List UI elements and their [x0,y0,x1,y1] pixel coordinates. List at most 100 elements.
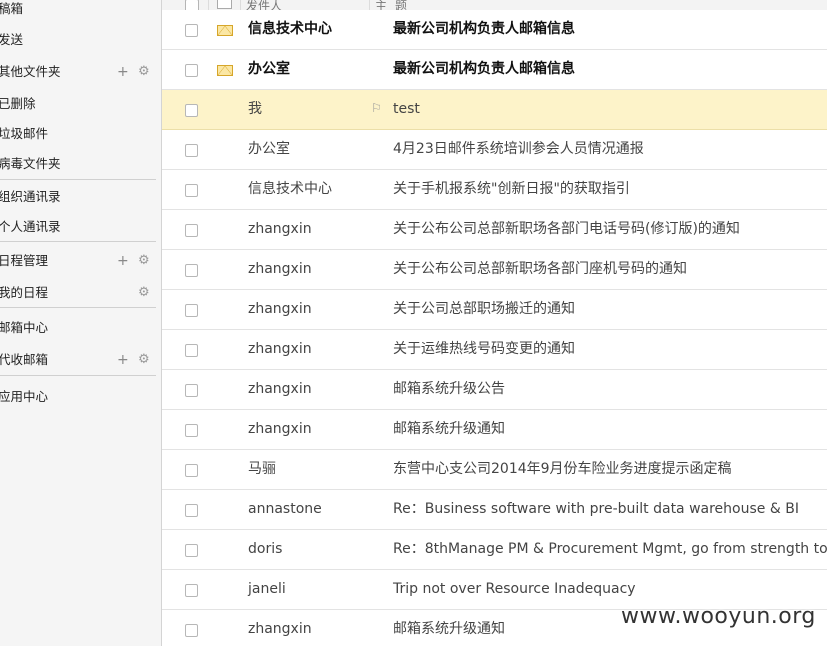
table-row[interactable]: 办公室 最新公司机构负责人邮箱信息 [162,50,827,90]
sidebar-item-label: 我的日程 [0,285,49,300]
table-row[interactable]: 我 ⚐ test [162,90,827,130]
table-row[interactable]: doris Re：8thManage PM & Procurement Mgmt,… [162,530,827,570]
unread-envelope-icon [217,65,233,76]
row-subject[interactable]: 东营中心支公司2014年9月份车险业务进度提示函定稿 [393,450,732,489]
folder-sidebar: 稿箱 发送 其他文件夹 + ⚙ 已删除 垃圾邮件 病毒文件夹 组织通讯录 个人通… [0,0,162,646]
table-row[interactable]: zhangxin 关于公布公司总部新职场各部门座机号码的通知 [162,250,827,290]
row-checkbox[interactable] [185,184,198,197]
row-subject[interactable]: test [393,90,420,129]
gear-icon[interactable]: ⚙ [138,60,150,84]
row-subject[interactable]: 关于公司总部职场搬迁的通知 [393,290,575,329]
row-sender: zhangxin [248,341,312,357]
row-checkbox[interactable] [185,144,198,157]
sidebar-item-mailbox-center[interactable]: 邮箱中心 [0,316,156,340]
sidebar-item-my-calendar[interactable]: 我的日程 ⚙ [0,281,156,305]
table-row[interactable]: zhangxin 关于公布公司总部新职场各部门电话号码(修订版)的通知 [162,210,827,250]
row-checkbox[interactable] [185,544,198,557]
sidebar-item-collect-mailbox[interactable]: 代收邮箱 + ⚙ [0,348,156,372]
row-checkbox[interactable] [185,64,198,77]
sidebar-item-calendar[interactable]: 日程管理 + ⚙ [0,249,156,273]
sidebar-divider [0,375,156,376]
sidebar-item-label: 组织通讯录 [0,189,61,204]
sidebar-item-personal-contacts[interactable]: 个人通讯录 [0,215,156,239]
row-subject[interactable]: Trip not over Resource Inadequacy [393,570,636,609]
add-calendar-icon[interactable]: + [117,249,129,273]
row-subject[interactable]: Re：8thManage PM & Procurement Mgmt, go f… [393,530,827,569]
row-sender: 马骊 [248,461,276,477]
gear-icon[interactable]: ⚙ [138,249,150,273]
watermark: www.wooyun.org [621,604,816,629]
sidebar-item-virus[interactable]: 病毒文件夹 [0,152,156,176]
sidebar-item-label: 发送 [0,32,24,47]
sidebar-item-deleted[interactable]: 已删除 [0,92,156,116]
sidebar-divider [0,241,156,242]
sidebar-item-drafts[interactable]: 稿箱 [0,0,156,21]
row-sender: zhangxin [248,421,312,437]
sidebar-item-spam[interactable]: 垃圾邮件 [0,122,156,146]
row-subject[interactable]: 最新公司机构负责人邮箱信息 [393,50,575,89]
row-sender: doris [248,541,283,557]
row-subject[interactable]: 关于公布公司总部新职场各部门座机号码的通知 [393,250,687,289]
sidebar-item-label: 个人通讯录 [0,219,61,234]
row-checkbox[interactable] [185,104,198,117]
row-checkbox[interactable] [185,344,198,357]
row-checkbox[interactable] [185,24,198,37]
row-subject[interactable]: 关于运维热线号码变更的通知 [393,330,575,369]
row-sender: 我 [248,101,262,117]
table-row[interactable]: zhangxin 关于运维热线号码变更的通知 [162,330,827,370]
sidebar-item-sent[interactable]: 发送 [0,28,156,52]
row-checkbox[interactable] [185,384,198,397]
row-checkbox[interactable] [185,624,198,637]
row-subject[interactable]: 关于公布公司总部新职场各部门电话号码(修订版)的通知 [393,210,740,249]
flag-icon[interactable]: ⚐ [371,101,382,115]
row-checkbox[interactable] [185,504,198,517]
table-row[interactable]: zhangxin 邮箱系统升级公告 [162,370,827,410]
row-subject[interactable]: 邮箱系统升级通知 [393,610,505,646]
sidebar-item-label: 其他文件夹 [0,64,61,79]
sidebar-item-label: 稿箱 [0,1,24,16]
table-row[interactable]: zhangxin 关于公司总部职场搬迁的通知 [162,290,827,330]
row-checkbox[interactable] [185,304,198,317]
row-sender: annastone [248,501,322,517]
row-checkbox[interactable] [185,264,198,277]
add-folder-icon[interactable]: + [117,60,129,84]
sidebar-item-app-center[interactable]: 应用中心 [0,385,156,409]
add-mailbox-icon[interactable]: + [117,348,129,372]
row-checkbox[interactable] [185,464,198,477]
row-sender: 信息技术中心 [248,181,332,197]
table-row[interactable]: 信息技术中心 最新公司机构负责人邮箱信息 [162,10,827,50]
row-checkbox[interactable] [185,424,198,437]
row-subject[interactable]: 关于手机报系统"创新日报"的获取指引 [393,170,630,209]
gear-icon[interactable]: ⚙ [138,281,150,305]
table-row[interactable]: 马骊 东营中心支公司2014年9月份车险业务进度提示函定稿 [162,450,827,490]
row-sender: 办公室 [248,61,290,77]
row-subject[interactable]: 最新公司机构负责人邮箱信息 [393,10,575,49]
table-row[interactable]: 办公室 4月23日邮件系统培训参会人员情况通报 [162,130,827,170]
row-sender: zhangxin [248,381,312,397]
row-checkbox[interactable] [185,224,198,237]
row-sender: zhangxin [248,301,312,317]
sidebar-item-label: 邮箱中心 [0,320,49,335]
table-row[interactable]: annastone Re：Business software with pre-b… [162,490,827,530]
row-subject[interactable]: 邮箱系统升级通知 [393,410,505,449]
row-sender: 信息技术中心 [248,21,332,37]
row-sender: 办公室 [248,141,290,157]
sidebar-item-label: 已删除 [0,96,36,111]
sidebar-item-org-contacts[interactable]: 组织通讯录 [0,185,156,209]
sidebar-item-label: 应用中心 [0,389,49,404]
row-subject[interactable]: 邮箱系统升级公告 [393,370,505,409]
read-status-column-icon[interactable] [217,0,232,9]
gear-icon[interactable]: ⚙ [138,348,150,372]
unread-envelope-icon [217,25,233,36]
row-subject[interactable]: Re：Business software with pre-built data… [393,490,799,529]
row-sender: zhangxin [248,261,312,277]
table-row[interactable]: 信息技术中心 关于手机报系统"创新日报"的获取指引 [162,170,827,210]
row-subject[interactable]: 4月23日邮件系统培训参会人员情况通报 [393,130,644,169]
sidebar-item-label: 病毒文件夹 [0,156,61,171]
row-sender: zhangxin [248,221,312,237]
sidebar-item-other-folders[interactable]: 其他文件夹 + ⚙ [0,60,156,84]
row-checkbox[interactable] [185,584,198,597]
table-row[interactable]: zhangxin 邮箱系统升级通知 [162,410,827,450]
sidebar-item-label: 日程管理 [0,253,49,268]
sidebar-item-label: 垃圾邮件 [0,126,49,141]
